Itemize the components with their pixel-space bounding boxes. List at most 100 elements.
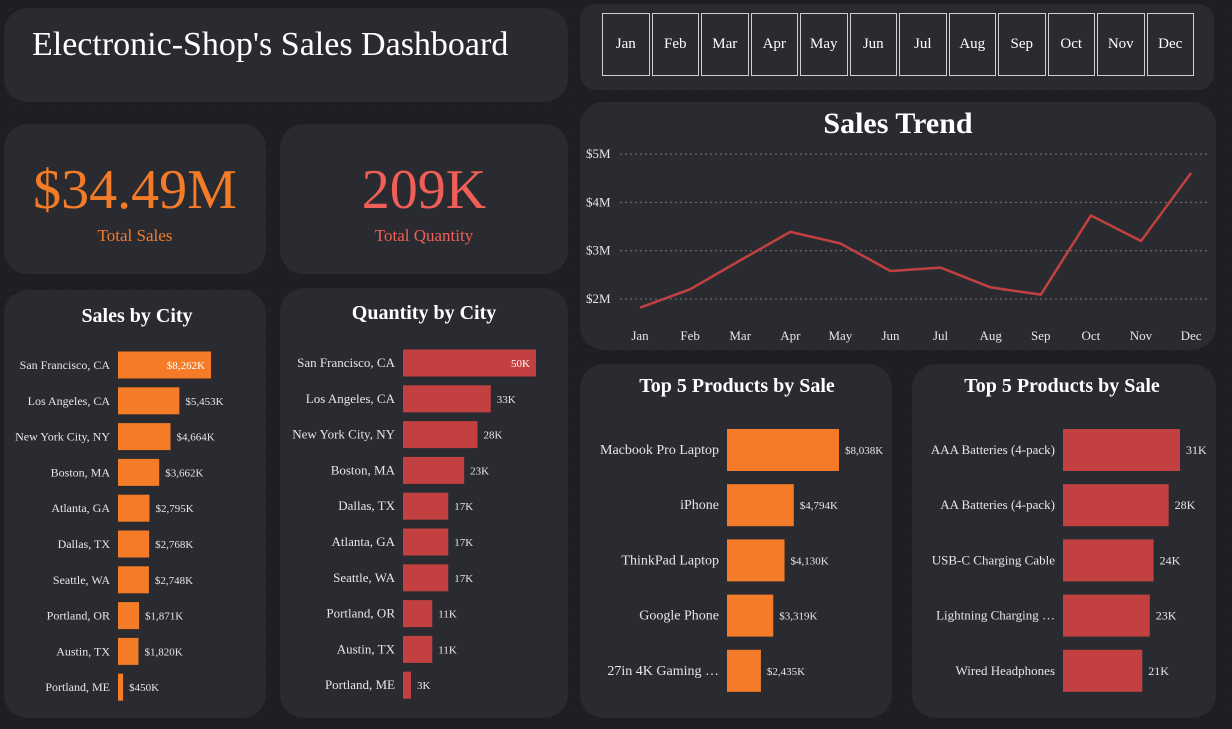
- category-label: Portland, OR: [326, 606, 395, 621]
- bar: [118, 637, 139, 665]
- value-label: 11K: [438, 609, 457, 621]
- month-button-may[interactable]: May: [800, 13, 848, 76]
- x-tick-label: Mar: [729, 328, 751, 343]
- bar: [1063, 539, 1154, 582]
- bar: [727, 649, 761, 692]
- x-tick-label: Apr: [780, 328, 801, 343]
- bar: [1063, 429, 1180, 471]
- month-button-sep[interactable]: Sep: [998, 13, 1046, 76]
- x-tick-label: Dec: [1181, 328, 1202, 343]
- bar: [403, 564, 449, 592]
- value-label: 11K: [438, 644, 457, 656]
- top-products-quantity-card: Top 5 Products by Sale AAA Batteries (4-p…: [912, 364, 1216, 718]
- month-button-jan[interactable]: Jan: [602, 13, 650, 76]
- chart-title: Quantity by City: [352, 302, 496, 324]
- total-quantity-label: Total Quantity: [374, 226, 474, 245]
- value-label: $2,435K: [767, 666, 805, 678]
- category-label: Seattle, WA: [333, 570, 395, 585]
- bar: [403, 671, 411, 699]
- bar: [118, 423, 171, 451]
- category-label: Dallas, TX: [338, 498, 395, 513]
- category-label: Macbook Pro Laptop: [600, 443, 719, 458]
- value-label: 24K: [1160, 553, 1181, 567]
- category-label: San Francisco, CA: [20, 358, 111, 372]
- category-label: Los Angeles, CA: [306, 391, 396, 406]
- category-label: Boston, MA: [331, 462, 396, 477]
- month-slicer-card: Jan Feb Mar Apr May Jun Jul Aug Sep Oct Nov Dec: [580, 4, 1214, 90]
- bar: [1063, 594, 1150, 637]
- top-products-sales-chart: Top 5 Products by Sale Macbook Pro Laptop…: [600, 375, 883, 692]
- category-label: Portland, ME: [45, 680, 110, 694]
- value-label: $3,662K: [165, 467, 203, 479]
- bar: [403, 421, 478, 449]
- value-label: 3K: [417, 680, 431, 692]
- value-label: $450K: [129, 682, 159, 694]
- x-tick-label: Feb: [680, 328, 700, 343]
- value-label: $5,453K: [185, 396, 223, 408]
- value-label: $1,820K: [144, 646, 182, 658]
- category-label: San Francisco, CA: [297, 355, 395, 370]
- month-button-nov[interactable]: Nov: [1097, 13, 1145, 76]
- value-label: $4,664K: [176, 432, 214, 444]
- value-label: 17K: [454, 501, 473, 513]
- total-quantity-card: 209K Total Quantity: [280, 124, 568, 274]
- sales-by-city-chart: Sales by City San Francisco, CA $8,262K Los…: [15, 305, 224, 701]
- x-tick-label: Oct: [1082, 328, 1101, 343]
- month-button-apr[interactable]: Apr: [750, 13, 798, 76]
- x-tick-label: Nov: [1130, 328, 1153, 343]
- top-products-sales-card: Top 5 Products by Sale Macbook Pro Laptop…: [580, 364, 892, 718]
- bar: [727, 429, 839, 471]
- value-label: $2,768K: [155, 539, 193, 551]
- category-label: Seattle, WA: [53, 573, 110, 587]
- bar: [1063, 649, 1143, 692]
- value-label: 23K: [470, 465, 489, 477]
- category-label: Atlanta, GA: [331, 534, 395, 549]
- x-tick-label: Jul: [933, 328, 949, 343]
- category-label: Los Angeles, CA: [28, 394, 111, 408]
- total-sales-value: $34.49M: [33, 159, 237, 221]
- bar: [118, 494, 150, 522]
- category-label: AAA Batteries (4-pack): [931, 442, 1055, 457]
- month-slicer: Jan Feb Mar Apr May Jun Jul Aug Sep Oct Nov Dec: [602, 13, 1194, 76]
- month-button-jun[interactable]: Jun: [849, 13, 897, 76]
- y-tick-label: $4M: [586, 194, 611, 209]
- category-label: Austin, TX: [56, 644, 110, 658]
- category-label: New York City, NY: [15, 430, 110, 444]
- month-button-jul[interactable]: Jul: [899, 13, 947, 76]
- bar: [118, 602, 140, 630]
- chart-title: Sales Trend: [823, 107, 973, 140]
- bar: [403, 528, 449, 556]
- value-label: $1,871K: [145, 611, 183, 623]
- trend-line: [639, 172, 1193, 309]
- quantity-by-city-chart: Quantity by City San Francisco, CA 50K Los …: [292, 302, 536, 699]
- value-label: $8,038K: [845, 445, 883, 457]
- page-title: Electronic-Shop's Sales Dashboard: [32, 26, 509, 63]
- category-label: 27in 4K Gaming …: [607, 664, 719, 679]
- bar: [403, 635, 433, 663]
- value-label: 28K: [1175, 498, 1196, 512]
- value-label: $3,319K: [779, 611, 817, 623]
- category-label: Boston, MA: [51, 465, 111, 479]
- value-label: $2,795K: [155, 503, 193, 515]
- y-tick-label: $3M: [586, 243, 611, 258]
- month-button-dec[interactable]: Dec: [1146, 13, 1194, 76]
- month-button-mar[interactable]: Mar: [701, 13, 749, 76]
- category-label: ThinkPad Laptop: [621, 553, 719, 568]
- value-label: 21K: [1148, 664, 1169, 678]
- month-button-feb[interactable]: Feb: [651, 13, 699, 76]
- bar: [118, 566, 149, 594]
- month-button-aug[interactable]: Aug: [948, 13, 996, 76]
- bar: [403, 385, 491, 413]
- category-label: Lightning Charging …: [936, 608, 1055, 623]
- bar: [118, 458, 160, 486]
- total-sales-label: Total Sales: [97, 226, 173, 245]
- month-button-oct[interactable]: Oct: [1047, 13, 1095, 76]
- total-quantity-value: 209K: [361, 159, 487, 221]
- bar: [1063, 484, 1169, 527]
- x-tick-label: Sep: [1031, 328, 1051, 343]
- y-tick-label: $2M: [586, 291, 611, 306]
- chart-title: Top 5 Products by Sale: [639, 375, 835, 397]
- category-label: iPhone: [680, 498, 719, 513]
- x-tick-label: Jan: [631, 328, 649, 343]
- total-sales-card: $34.49M Total Sales: [4, 124, 266, 274]
